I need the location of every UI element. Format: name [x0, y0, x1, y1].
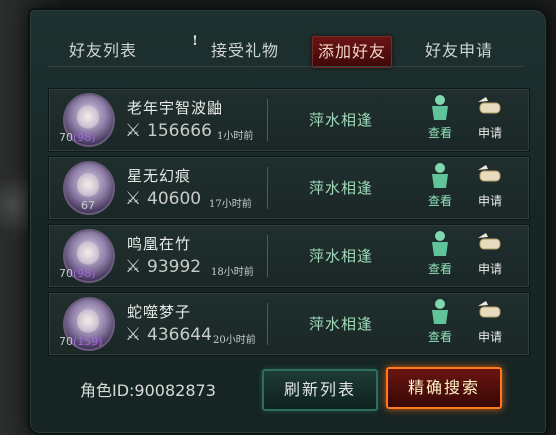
player-level: 70(98)	[59, 131, 96, 144]
relation-status: 萍水相逢	[308, 247, 373, 265]
player-name: 老年宇智波鼬	[127, 99, 224, 117]
person-icon	[432, 95, 448, 120]
person-icon	[432, 231, 448, 256]
combat-power: 156666	[147, 121, 212, 141]
combat-power: 436644	[147, 325, 212, 345]
combat-power: 40600	[147, 189, 202, 209]
apply-button[interactable]: 申请	[469, 229, 511, 283]
friend-row: 70(98) 鸣凰在竹 ⚔ 93992 18小时前 萍水相逢 查看 申请	[48, 224, 530, 288]
apply-button[interactable]: 申请	[469, 297, 511, 351]
apply-button[interactable]: 申请	[469, 161, 511, 215]
view-button[interactable]: 查看	[419, 297, 461, 351]
relation-status: 萍水相逢	[308, 315, 373, 333]
crossed-swords-icon: ⚔	[125, 120, 142, 141]
view-button[interactable]: 查看	[419, 229, 461, 283]
scroll-icon	[478, 233, 501, 250]
player-name: 鸣凰在竹	[127, 235, 192, 253]
tab-friend-requests[interactable]: 好友申请	[414, 36, 504, 66]
apply-button[interactable]: 申请	[469, 93, 511, 147]
scroll-icon	[478, 301, 501, 318]
row-divider	[267, 303, 268, 345]
last-online: 18小时前	[211, 267, 254, 278]
person-icon	[432, 299, 448, 324]
player-name: 星无幻痕	[127, 167, 192, 185]
alert-badge: !	[192, 34, 199, 49]
player-level: 70(98)	[59, 267, 96, 280]
person-icon	[432, 163, 448, 188]
friend-row: 70(98) 老年宇智波鼬 ⚔ 156666 1小时前 萍水相逢 查看 申请	[48, 88, 530, 152]
crossed-swords-icon: ⚔	[125, 188, 142, 209]
relation-status: 萍水相逢	[308, 111, 373, 129]
scroll-icon	[478, 97, 501, 114]
last-online: 17小时前	[209, 199, 252, 210]
view-button[interactable]: 查看	[419, 161, 461, 215]
tab-divider	[48, 66, 524, 67]
friend-row: 67 星无幻痕 ⚔ 40600 17小时前 萍水相逢 查看 申请	[48, 156, 530, 220]
tab-add-friend[interactable]: 添加好友	[312, 36, 392, 68]
last-online: 1小时前	[217, 131, 254, 142]
row-divider	[267, 99, 268, 141]
relation-status: 萍水相逢	[308, 179, 373, 197]
player-level: 70(159)	[59, 335, 103, 348]
player-level: 67	[81, 199, 95, 212]
combat-power: 93992	[147, 257, 202, 277]
scroll-icon	[478, 165, 501, 182]
tab-receive-gifts[interactable]: ! 接受礼物	[192, 34, 290, 66]
view-button[interactable]: 查看	[419, 93, 461, 147]
row-divider	[267, 167, 268, 209]
tab-friend-list[interactable]: 好友列表	[58, 36, 148, 66]
player-name: 蛇噬梦子	[127, 303, 192, 321]
row-divider	[267, 235, 268, 277]
friend-row: 70(159) 蛇噬梦子 ⚔ 436644 20小时前 萍水相逢 查看 申请	[48, 292, 530, 356]
refresh-list-button[interactable]: 刷新列表	[262, 369, 378, 411]
exact-search-button[interactable]: 精确搜索	[386, 367, 502, 409]
crossed-swords-icon: ⚔	[125, 324, 142, 345]
role-id: 角色ID:90082873	[80, 381, 216, 400]
last-online: 20小时前	[213, 335, 256, 346]
crossed-swords-icon: ⚔	[125, 256, 142, 277]
